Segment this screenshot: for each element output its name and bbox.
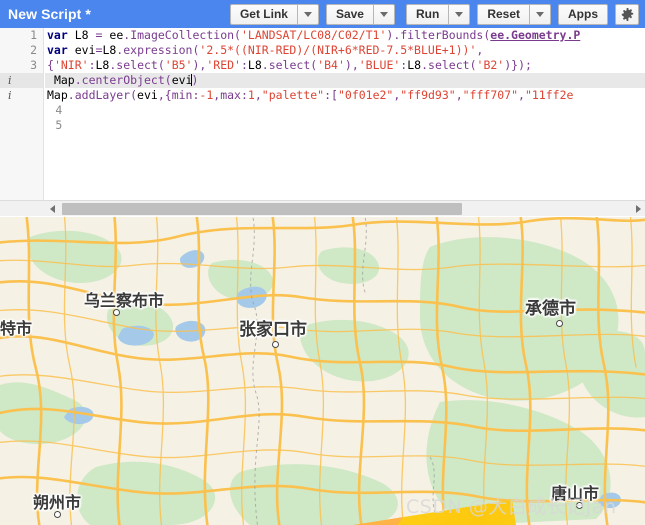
chevron-down-icon	[536, 11, 544, 17]
chevron-down-icon	[379, 11, 388, 17]
city-marker-5	[576, 502, 583, 509]
get-link-button[interactable]: Get Link	[229, 3, 297, 25]
chevron-down-icon	[303, 11, 312, 17]
scrollbar-gutter-spacer	[0, 200, 45, 216]
top-toolbar: New Script * Get Link Save Run Reset App…	[0, 0, 645, 28]
code-line-1[interactable]: var L8 = ee.ImageCollection('LANDSAT/LC0…	[45, 28, 645, 43]
gutter-line-1: 1	[30, 28, 37, 42]
city-label-0: 特市	[0, 319, 33, 338]
scrollbar-thumb[interactable]	[62, 202, 462, 215]
code-line-3[interactable]: {'NIR':L8.select('B5'),'RED':L8.select('…	[45, 58, 645, 73]
save-button-group: Save	[325, 3, 395, 25]
page-title: New Script *	[8, 6, 91, 22]
reset-button-group: Reset	[477, 3, 551, 25]
apps-button[interactable]: Apps	[558, 3, 608, 25]
code-line-5[interactable]: Map.addLayer(evi,{min:-1,max:1,"palette"…	[45, 88, 645, 103]
chevron-right-icon	[635, 204, 641, 213]
code-line-4[interactable]: Map.centerObject(evi)	[45, 73, 645, 88]
scrollbar-track[interactable]	[59, 202, 631, 216]
toolbar-button-group: Get Link Save Run Reset Apps	[229, 3, 645, 25]
map-panel[interactable]: 特市 乌兰察布市 张家口市 承德市 朔州市 唐山市 CSDN @大白成长记Jan	[0, 217, 645, 525]
info-marker-icon[interactable]: i	[8, 73, 12, 88]
gutter-line-4: i 4	[0, 73, 62, 117]
save-button[interactable]: Save	[325, 3, 373, 25]
gutter-line-3: 3	[30, 58, 37, 72]
city-marker-2	[272, 341, 279, 348]
earth-engine-code-editor-window: New Script * Get Link Save Run Reset App…	[0, 0, 645, 525]
scroll-left-button[interactable]	[45, 202, 59, 216]
city-label-1: 乌兰察布市	[84, 291, 165, 310]
reset-dropdown-button[interactable]	[529, 3, 551, 25]
code-line-2[interactable]: var evi=L8.expression('2.5*((NIR-RED)/(N…	[45, 43, 645, 58]
gutter-line-2: 2	[30, 43, 37, 57]
code-editor[interactable]: 1 2 3 i 4 i 5 var L8 = ee.ImageCollectio…	[0, 28, 645, 200]
chevron-down-icon	[455, 11, 464, 17]
basemap-canvas[interactable]	[0, 217, 645, 525]
get-link-button-group: Get Link	[229, 3, 319, 25]
city-marker-1	[113, 309, 120, 316]
city-label-2: 张家口市	[239, 320, 307, 340]
reset-button[interactable]: Reset	[477, 3, 529, 25]
line-number-gutter: 1 2 3 i 4 i 5	[0, 28, 63, 200]
settings-button[interactable]	[615, 3, 639, 25]
scroll-right-button[interactable]	[631, 202, 645, 216]
run-button[interactable]: Run	[405, 3, 449, 25]
get-link-dropdown-button[interactable]	[296, 3, 319, 25]
code-content-area[interactable]: var L8 = ee.ImageCollection('LANDSAT/LC0…	[45, 28, 645, 200]
gutter-line-5: i 5	[8, 88, 63, 132]
gear-icon	[621, 7, 633, 21]
city-marker-3	[556, 320, 563, 327]
run-button-group: Run	[405, 3, 471, 25]
save-dropdown-button[interactable]	[372, 3, 395, 25]
city-marker-4	[54, 511, 61, 518]
info-marker-icon[interactable]: i	[8, 88, 12, 103]
chevron-left-icon	[49, 204, 55, 213]
run-dropdown-button[interactable]	[448, 3, 471, 25]
city-label-5: 唐山市	[551, 484, 600, 503]
city-label-3: 承德市	[525, 299, 576, 319]
city-label-4: 朔州市	[33, 493, 82, 512]
editor-horizontal-scrollbar[interactable]	[45, 200, 645, 216]
